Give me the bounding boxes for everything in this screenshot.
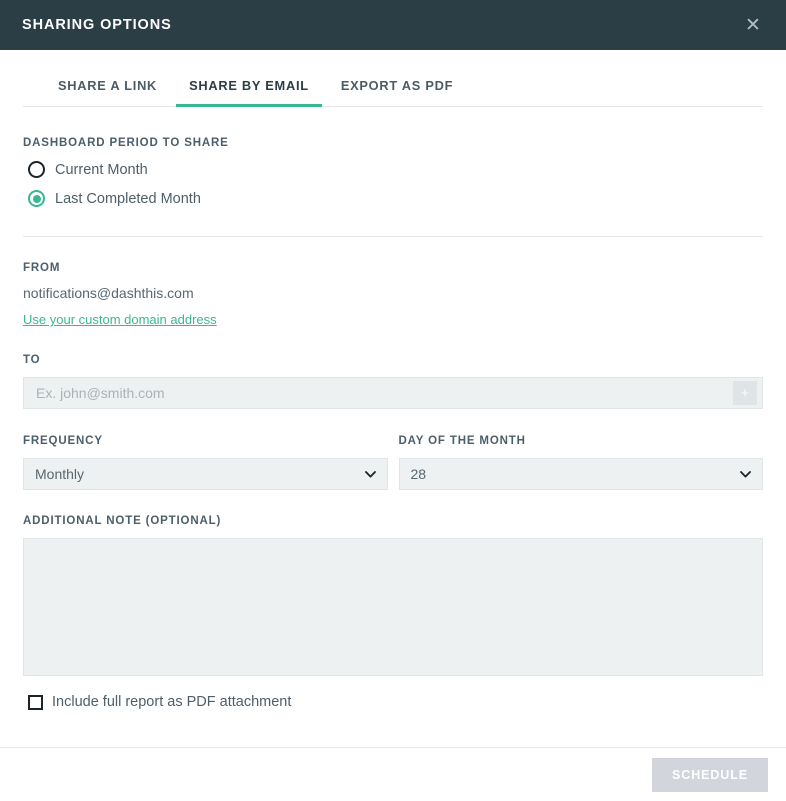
- from-section: FROM notifications@dashthis.com Use your…: [23, 237, 763, 329]
- radio-current-month-label: Current Month: [55, 162, 148, 178]
- day-of-month-value: 28: [411, 466, 427, 482]
- tab-share-by-email[interactable]: SHARE BY EMAIL: [176, 78, 322, 107]
- tab-list: SHARE A LINK SHARE BY EMAIL EXPORT AS PD…: [0, 78, 786, 107]
- schedule-button[interactable]: SCHEDULE: [652, 758, 768, 792]
- tab-bar: SHARE A LINK SHARE BY EMAIL EXPORT AS PD…: [0, 50, 786, 107]
- chevron-down-icon: [365, 471, 376, 478]
- to-field: +: [23, 377, 763, 409]
- modal-header: SHARING OPTIONS ✕: [0, 0, 786, 50]
- from-label: FROM: [23, 262, 763, 274]
- frequency-group: FREQUENCY Monthly: [23, 435, 388, 490]
- radio-icon: [28, 161, 45, 178]
- page-title: SHARING OPTIONS: [22, 17, 172, 33]
- tab-export-as-pdf[interactable]: EXPORT AS PDF: [328, 78, 466, 107]
- include-pdf-attachment-checkbox[interactable]: Include full report as PDF attachment: [23, 694, 763, 710]
- from-email-value: notifications@dashthis.com: [23, 285, 763, 301]
- day-of-month-label: DAY OF THE MONTH: [399, 435, 764, 447]
- to-label: TO: [23, 354, 763, 366]
- include-pdf-attachment-label: Include full report as PDF attachment: [52, 694, 291, 710]
- additional-note-section: ADDITIONAL NOTE (OPTIONAL): [23, 490, 763, 681]
- modal-footer: SCHEDULE: [0, 747, 786, 801]
- modal-body: DASHBOARD PERIOD TO SHARE Current Month …: [0, 107, 786, 710]
- day-of-month-group: DAY OF THE MONTH 28: [399, 435, 764, 490]
- custom-domain-link[interactable]: Use your custom domain address: [23, 312, 217, 327]
- day-of-month-select[interactable]: 28: [399, 458, 764, 490]
- radio-selected-icon: [28, 190, 45, 207]
- frequency-select[interactable]: Monthly: [23, 458, 388, 490]
- schedule-settings-row: FREQUENCY Monthly DAY OF THE MONTH 28: [23, 409, 763, 490]
- close-icon[interactable]: ✕: [738, 10, 768, 40]
- chevron-down-icon: [740, 471, 751, 478]
- tab-share-a-link[interactable]: SHARE A LINK: [45, 78, 170, 107]
- additional-note-label: ADDITIONAL NOTE (OPTIONAL): [23, 515, 763, 527]
- additional-note-textarea[interactable]: [23, 538, 763, 676]
- radio-current-month[interactable]: Current Month: [23, 161, 763, 178]
- frequency-label: FREQUENCY: [23, 435, 388, 447]
- dashboard-period-section: DASHBOARD PERIOD TO SHARE Current Month …: [23, 107, 763, 207]
- radio-last-completed-month[interactable]: Last Completed Month: [23, 190, 763, 207]
- to-section: TO +: [23, 329, 763, 409]
- to-email-input[interactable]: [24, 378, 733, 408]
- dashboard-period-label: DASHBOARD PERIOD TO SHARE: [23, 137, 763, 149]
- checkbox-icon: [28, 695, 43, 710]
- radio-last-completed-month-label: Last Completed Month: [55, 191, 201, 207]
- frequency-value: Monthly: [35, 466, 84, 482]
- add-recipient-button[interactable]: +: [733, 381, 757, 405]
